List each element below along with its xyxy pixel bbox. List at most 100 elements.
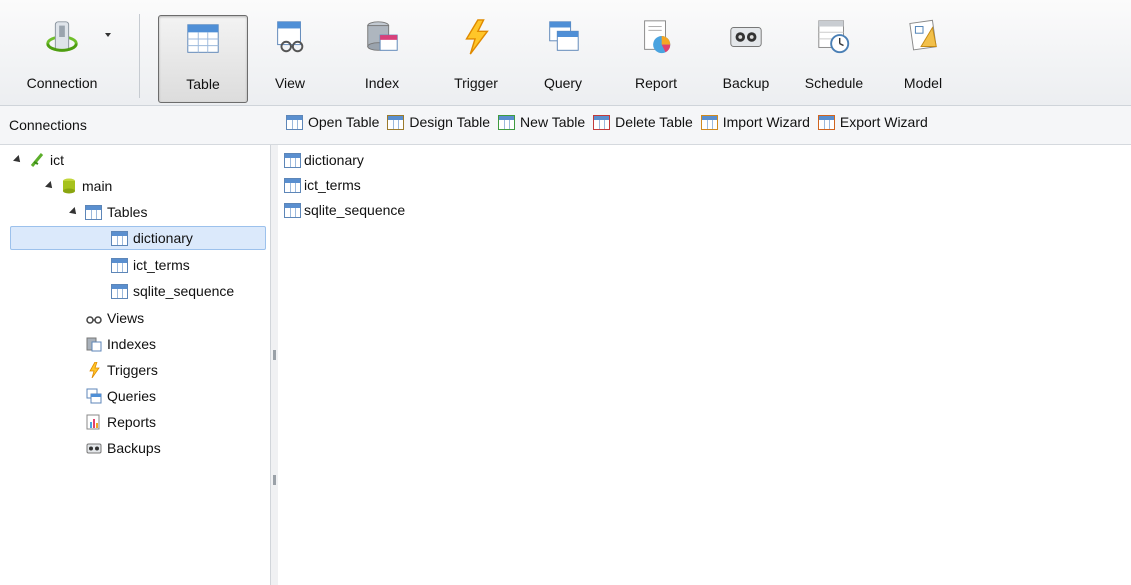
table-icon xyxy=(111,257,128,273)
connections-tree: ict main Tables dictionary ict_terms sql… xyxy=(0,145,270,585)
query-icon xyxy=(549,21,579,51)
table-list-item-sqlite-sequence[interactable]: sqlite_sequence xyxy=(284,199,405,221)
open-table-label: Open Table xyxy=(308,114,380,130)
table-list-item-dictionary[interactable]: dictionary xyxy=(284,149,364,171)
tree-queries[interactable]: Queries xyxy=(86,384,156,408)
tree-table-ict-terms[interactable]: ict_terms xyxy=(111,253,190,277)
tree-reports[interactable]: Reports xyxy=(86,410,156,434)
tree-table-sqlite-sequence[interactable]: sqlite_sequence xyxy=(111,279,234,303)
tree-database-label: main xyxy=(82,178,113,194)
trigger-label: Trigger xyxy=(454,75,498,91)
query-label: Query xyxy=(543,75,583,91)
report-label: Report xyxy=(634,75,678,91)
open-table-button[interactable]: Open Table xyxy=(286,114,379,130)
index-button[interactable]: Index xyxy=(352,12,412,100)
trigger-icon xyxy=(465,19,489,55)
table-icon xyxy=(284,152,301,168)
backup-label: Backup xyxy=(722,75,770,91)
view-label: View xyxy=(274,75,306,91)
delete-table-button[interactable]: Delete Table xyxy=(593,114,693,130)
tree-triggers[interactable]: Triggers xyxy=(86,358,158,382)
toolbar-divider xyxy=(139,14,140,98)
table-list-label: dictionary xyxy=(304,152,364,168)
tree-table-dictionary[interactable]: dictionary xyxy=(10,226,266,250)
connection-icon xyxy=(46,21,78,52)
table-label: Table xyxy=(186,76,220,92)
table-icon xyxy=(187,24,219,53)
expand-arrow-icon[interactable] xyxy=(13,155,23,165)
new-table-icon xyxy=(498,114,516,130)
delete-table-icon xyxy=(593,114,611,130)
splitter-grip[interactable] xyxy=(273,475,276,485)
glasses-icon xyxy=(86,316,102,324)
table-icon xyxy=(111,283,128,299)
tree-table-label: sqlite_sequence xyxy=(133,283,235,299)
trigger-button[interactable]: Trigger xyxy=(443,12,509,100)
open-table-icon xyxy=(286,114,303,130)
report-button[interactable]: Report xyxy=(626,12,686,100)
schedule-button[interactable]: Schedule xyxy=(796,12,872,100)
query-icon xyxy=(86,388,102,404)
tree-group-label: Indexes xyxy=(107,336,157,352)
view-button[interactable]: View xyxy=(262,12,318,100)
tree-connection-label: ict xyxy=(50,152,64,168)
backup-icon xyxy=(730,27,762,47)
new-table-button[interactable]: New Table xyxy=(498,114,585,130)
view-icon xyxy=(277,21,304,53)
design-table-label: Design Table xyxy=(409,114,491,130)
sqlite-connection-icon xyxy=(30,153,44,167)
tree-backups[interactable]: Backups xyxy=(86,436,161,460)
index-label: Index xyxy=(364,75,400,91)
expand-arrow-icon[interactable] xyxy=(69,207,79,217)
main-toolbar: Connection Table View Index Trigger Quer… xyxy=(0,0,1131,106)
trigger-icon xyxy=(89,362,100,378)
tree-table-label: ict_terms xyxy=(133,257,190,273)
expand-arrow-icon[interactable] xyxy=(45,181,55,191)
table-icon xyxy=(284,202,301,218)
table-button[interactable]: Table xyxy=(158,15,248,103)
schedule-icon xyxy=(818,20,850,54)
new-table-label: New Table xyxy=(520,114,586,130)
export-wizard-label: Export Wizard xyxy=(839,114,928,130)
table-actions: Open Table Design Table New Table Delete… xyxy=(286,114,928,130)
tables-icon xyxy=(85,204,102,220)
query-button[interactable]: Query xyxy=(533,12,593,100)
chevron-down-icon[interactable] xyxy=(105,33,111,37)
tree-group-label: Reports xyxy=(107,414,157,430)
import-wizard-icon xyxy=(700,114,718,130)
export-wizard-button[interactable]: Export Wizard xyxy=(817,114,928,130)
schedule-label: Schedule xyxy=(804,75,864,91)
report-icon xyxy=(86,414,100,430)
model-icon xyxy=(909,19,937,51)
report-icon xyxy=(644,20,671,54)
import-wizard-button[interactable]: Import Wizard xyxy=(700,114,810,130)
backup-button[interactable]: Backup xyxy=(715,12,777,100)
tree-table-label: dictionary xyxy=(133,230,193,246)
design-table-button[interactable]: Design Table xyxy=(387,114,490,130)
tree-views[interactable]: Views xyxy=(86,306,144,330)
connection-button[interactable]: Connection xyxy=(14,12,110,100)
table-list-label: ict_terms xyxy=(304,177,361,193)
table-icon xyxy=(284,177,301,193)
table-list-item-ict-terms[interactable]: ict_terms xyxy=(284,174,361,196)
export-wizard-icon xyxy=(817,114,835,130)
model-button[interactable]: Model xyxy=(893,12,953,100)
connection-label: Connection xyxy=(26,75,98,91)
index-icon xyxy=(86,337,102,352)
tree-group-label: Views xyxy=(107,310,145,326)
backup-icon xyxy=(86,443,102,454)
tree-group-label: Triggers xyxy=(107,362,158,378)
index-icon xyxy=(367,21,398,51)
tree-tables-label: Tables xyxy=(107,204,148,220)
import-wizard-label: Import Wizard xyxy=(722,114,810,130)
connections-title: Connections xyxy=(9,117,87,133)
table-list-panel: dictionary ict_terms sqlite_sequence xyxy=(278,145,1131,585)
table-list-label: sqlite_sequence xyxy=(304,202,406,218)
tree-database-main[interactable]: main xyxy=(45,174,113,198)
tree-tables-group[interactable]: Tables xyxy=(69,200,148,224)
tree-connection-ict[interactable]: ict xyxy=(13,148,64,172)
tree-group-label: Queries xyxy=(107,388,157,404)
tree-indexes[interactable]: Indexes xyxy=(86,332,156,356)
splitter-grip[interactable] xyxy=(273,350,276,360)
model-label: Model xyxy=(903,75,943,91)
